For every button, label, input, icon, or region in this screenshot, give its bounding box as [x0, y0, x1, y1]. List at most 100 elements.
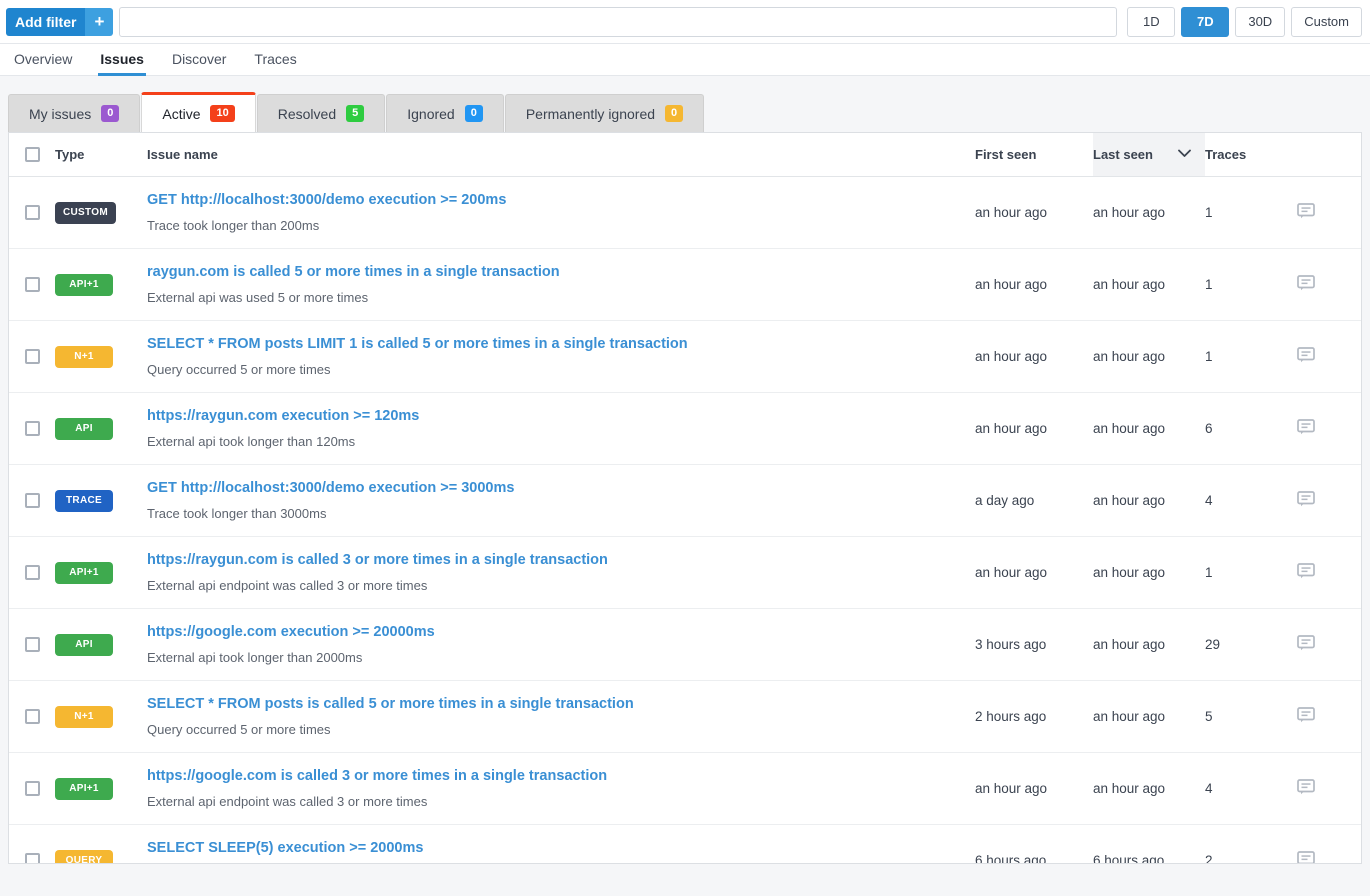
- chevron-down-icon[interactable]: [1178, 147, 1191, 161]
- filter-input[interactable]: [119, 6, 1118, 37]
- nav-item-overview[interactable]: Overview: [0, 47, 86, 75]
- comment-icon[interactable]: [1297, 203, 1361, 222]
- comment-icon[interactable]: [1297, 851, 1361, 863]
- primary-nav: Overview Issues Discover Traces: [0, 44, 1370, 76]
- issue-type-badge: API+1: [55, 561, 113, 584]
- add-filter-button[interactable]: Add filter +: [6, 7, 114, 36]
- row-checkbox[interactable]: [24, 493, 40, 508]
- row-comment-cell[interactable]: [1297, 392, 1361, 465]
- row-checkbox[interactable]: [24, 421, 40, 436]
- issue-name-link[interactable]: SELECT * FROM posts LIMIT 1 is called 5 …: [147, 335, 975, 354]
- nav-item-traces[interactable]: Traces: [240, 47, 310, 75]
- column-header-last-seen[interactable]: Last seen: [1093, 133, 1205, 177]
- column-header-first-seen[interactable]: First seen: [975, 133, 1093, 177]
- table-row[interactable]: API+1 https://google.com is called 3 or m…: [9, 752, 1361, 825]
- issue-name-link[interactable]: https://raygun.com execution >= 120ms: [147, 407, 975, 426]
- table-row[interactable]: QUERY SELECT SLEEP(5) execution >= 2000ms…: [9, 824, 1361, 863]
- tab-active-label: Active: [162, 105, 201, 122]
- row-checkbox[interactable]: [24, 205, 40, 220]
- comment-icon[interactable]: [1297, 707, 1361, 726]
- row-comment-cell[interactable]: [1297, 752, 1361, 825]
- comment-icon[interactable]: [1297, 491, 1361, 510]
- issue-type-badge: API+1: [55, 777, 113, 800]
- row-last-seen: an hour ago: [1093, 248, 1205, 321]
- row-checkbox[interactable]: [24, 277, 40, 292]
- row-checkbox[interactable]: [24, 349, 40, 364]
- issue-name-link[interactable]: GET http://localhost:3000/demo execution…: [147, 479, 975, 498]
- add-filter-label: Add filter: [6, 7, 86, 36]
- column-header-traces[interactable]: Traces: [1205, 133, 1297, 177]
- row-comment-cell[interactable]: [1297, 176, 1361, 249]
- row-traces-count: 2: [1205, 824, 1297, 863]
- issue-type-badge: N+1: [55, 345, 113, 368]
- row-comment-cell[interactable]: [1297, 536, 1361, 609]
- column-header-issue-name[interactable]: Issue name: [147, 133, 975, 177]
- nav-item-issues[interactable]: Issues: [86, 47, 158, 76]
- issue-type-badge: API: [55, 417, 113, 440]
- issue-name-link[interactable]: GET http://localhost:3000/demo execution…: [147, 191, 975, 210]
- row-checkbox[interactable]: [24, 565, 40, 580]
- issue-description: Query occurred 5 or more times: [147, 362, 331, 377]
- row-comment-cell[interactable]: [1297, 248, 1361, 321]
- table-row[interactable]: TRACE GET http://localhost:3000/demo exec…: [9, 464, 1361, 537]
- nav-item-discover[interactable]: Discover: [158, 47, 240, 75]
- row-first-seen: a day ago: [975, 464, 1093, 537]
- issue-type-badge: TRACE: [55, 489, 113, 512]
- row-comment-cell[interactable]: [1297, 824, 1361, 863]
- row-checkbox[interactable]: [24, 781, 40, 796]
- table-row[interactable]: N+1 SELECT * FROM posts is called 5 or mo…: [9, 680, 1361, 753]
- issue-name-link[interactable]: SELECT SLEEP(5) execution >= 2000ms: [147, 839, 975, 858]
- row-checkbox[interactable]: [24, 853, 40, 863]
- comment-icon[interactable]: [1297, 419, 1361, 438]
- comment-icon[interactable]: [1297, 635, 1361, 654]
- tab-resolved[interactable]: Resolved 5: [256, 94, 386, 132]
- table-row[interactable]: API+1 https://raygun.com is called 3 or m…: [9, 536, 1361, 609]
- row-first-seen: an hour ago: [975, 536, 1093, 609]
- issue-name-link[interactable]: SELECT * FROM posts is called 5 or more …: [147, 695, 975, 714]
- tab-my-issues-count: 0: [101, 105, 120, 122]
- row-comment-cell[interactable]: [1297, 464, 1361, 537]
- issues-table-card: Type Issue name First seen Last seen Tra…: [8, 132, 1362, 864]
- row-type-cell: N+1: [55, 680, 147, 753]
- tab-permanently-ignored[interactable]: Permanently ignored 0: [504, 94, 705, 132]
- comment-icon[interactable]: [1297, 563, 1361, 582]
- row-first-seen: an hour ago: [975, 176, 1093, 249]
- row-checkbox[interactable]: [24, 709, 40, 724]
- range-button-30d[interactable]: 30D: [1235, 6, 1286, 37]
- table-row[interactable]: N+1 SELECT * FROM posts LIMIT 1 is called…: [9, 320, 1361, 393]
- range-button-custom[interactable]: Custom: [1291, 6, 1362, 37]
- table-row[interactable]: API https://raygun.com execution >= 120ms…: [9, 392, 1361, 465]
- comment-icon[interactable]: [1297, 275, 1361, 294]
- plus-icon[interactable]: +: [85, 7, 114, 36]
- row-first-seen: 6 hours ago: [975, 824, 1093, 863]
- row-checkbox[interactable]: [24, 637, 40, 652]
- issue-name-link[interactable]: https://google.com is called 3 or more t…: [147, 767, 975, 786]
- row-comment-cell[interactable]: [1297, 320, 1361, 393]
- row-select-cell: [9, 752, 55, 825]
- range-button-7d[interactable]: 7D: [1181, 6, 1230, 37]
- row-comment-cell[interactable]: [1297, 680, 1361, 753]
- tab-active[interactable]: Active 10: [141, 92, 256, 132]
- select-all-checkbox[interactable]: [24, 147, 40, 162]
- row-last-seen: an hour ago: [1093, 464, 1205, 537]
- row-type-cell: CUSTOM: [55, 176, 147, 249]
- issue-name-link[interactable]: https://raygun.com is called 3 or more t…: [147, 551, 975, 570]
- row-last-seen: 6 hours ago: [1093, 824, 1205, 863]
- table-row[interactable]: CUSTOM GET http://localhost:3000/demo exe…: [9, 176, 1361, 249]
- row-type-cell: API+1: [55, 536, 147, 609]
- issue-name-link[interactable]: raygun.com is called 5 or more times in …: [147, 263, 975, 282]
- tab-ignored[interactable]: Ignored 0: [386, 94, 504, 132]
- row-type-cell: N+1: [55, 320, 147, 393]
- row-comment-cell[interactable]: [1297, 608, 1361, 681]
- comment-icon[interactable]: [1297, 347, 1361, 366]
- row-first-seen: 2 hours ago: [975, 680, 1093, 753]
- column-header-comments: [1297, 133, 1361, 177]
- range-button-1d[interactable]: 1D: [1127, 6, 1176, 37]
- comment-icon[interactable]: [1297, 779, 1361, 798]
- issue-name-link[interactable]: https://google.com execution >= 20000ms: [147, 623, 975, 642]
- column-header-type[interactable]: Type: [55, 133, 147, 177]
- table-row[interactable]: API https://google.com execution >= 20000…: [9, 608, 1361, 681]
- table-row[interactable]: API+1 raygun.com is called 5 or more time…: [9, 248, 1361, 321]
- issues-table: Type Issue name First seen Last seen Tra…: [9, 133, 1361, 863]
- tab-my-issues[interactable]: My issues 0: [8, 94, 141, 132]
